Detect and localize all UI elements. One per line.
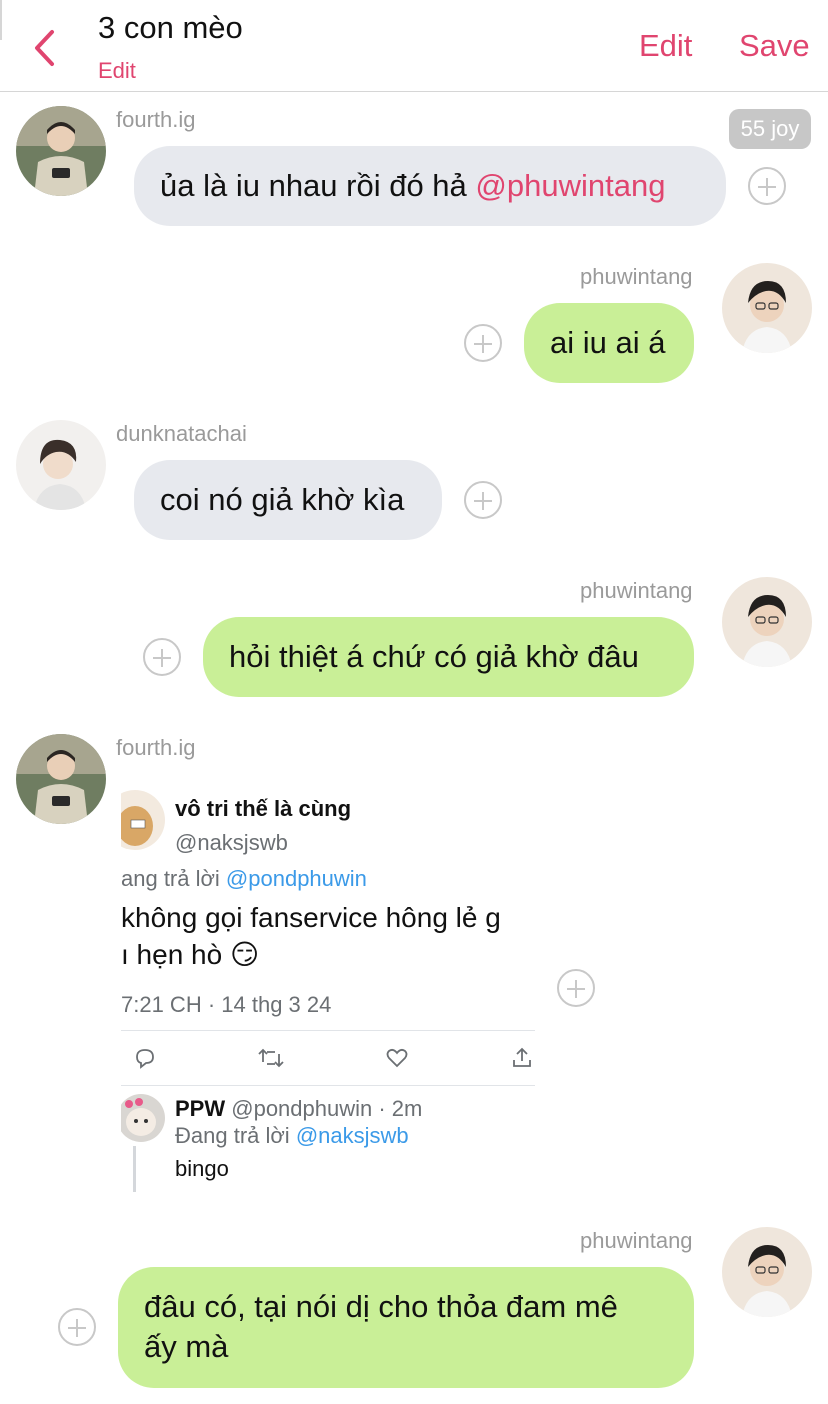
message-bubble[interactable]: đâu có, tại nói dị cho thỏa đam mê ấy mà: [118, 1267, 694, 1388]
avatar-fourth[interactable]: [16, 734, 106, 824]
add-reaction-button[interactable]: [464, 481, 502, 519]
message-text: ủa là iu nhau rồi đó hả: [160, 168, 476, 203]
joy-count-badge: 55 joy: [729, 109, 811, 149]
add-reaction-button[interactable]: [748, 167, 786, 205]
username-label: fourth.ig: [116, 735, 196, 760]
message-bubble[interactable]: ai iu ai á: [524, 303, 694, 383]
message-bubble[interactable]: ủa là iu nhau rồi đó hả @phuwintang: [134, 146, 726, 226]
username-label: phuwintang: [580, 1228, 693, 1253]
header-divider: [0, 0, 2, 40]
add-reaction-button[interactable]: [143, 638, 181, 676]
reply-avatar: [121, 1094, 165, 1142]
tweet-screenshot[interactable]: vô tri thế là cùng @naksjswb ang trả lời…: [121, 780, 541, 1195]
message-text: coi nó giả khờ kìa: [160, 482, 405, 517]
like-heart-icon[interactable]: [385, 1046, 409, 1070]
reply-handle-time: @pondphuwin · 2m: [231, 1096, 423, 1121]
save-button[interactable]: Save: [739, 28, 810, 64]
username-label: fourth.ig: [116, 107, 196, 132]
message-text-line: ấy mà: [144, 1329, 229, 1364]
tweet-timestamp: 7:21 CH · 14 thg 3 24: [121, 992, 332, 1017]
add-reaction-button[interactable]: [464, 324, 502, 362]
username-label: dunknatachai: [116, 421, 247, 446]
message-text: ai iu ai á: [550, 325, 666, 360]
message-text-line: đâu có, tại nói dị cho thỏa đam mê: [144, 1289, 618, 1324]
mention-link[interactable]: @phuwintang: [475, 168, 665, 203]
message-bubble[interactable]: coi nó giả khờ kìa: [134, 460, 442, 540]
tweet-divider: [121, 1085, 535, 1086]
tweet-divider: [121, 1030, 535, 1031]
retweet-icon[interactable]: [258, 1046, 284, 1070]
message-text: hỏi thiệt á chứ có giả khờ đâu: [229, 639, 639, 674]
title-edit-link[interactable]: Edit: [98, 58, 136, 84]
back-chevron-icon[interactable]: [28, 28, 64, 68]
add-reaction-button[interactable]: [58, 1308, 96, 1346]
reply-author-name: PPW: [175, 1096, 226, 1121]
reply-context-prefix: Đang trả lời: [175, 1123, 296, 1148]
reply-icon[interactable]: [133, 1046, 157, 1070]
avatar-phuwintang[interactable]: [722, 577, 812, 667]
reply-header: PPW @pondphuwin · 2m: [175, 1096, 422, 1122]
tweet-reply-context: ang trả lời @pondphuwin: [121, 866, 367, 892]
reply-to-link[interactable]: @naksjswb: [296, 1123, 409, 1148]
tweet-author-handle: @naksjswb: [175, 830, 288, 855]
share-icon[interactable]: [510, 1046, 534, 1070]
reply-context: Đang trả lời @naksjswb: [175, 1123, 409, 1149]
username-label: phuwintang: [580, 264, 693, 289]
reply-body: bingo: [175, 1156, 229, 1181]
message-bubble[interactable]: hỏi thiệt á chứ có giả khờ đâu: [203, 617, 694, 697]
avatar-fourth[interactable]: [16, 106, 106, 196]
chat-title: 3 con mèo: [98, 10, 243, 45]
tweet-avatar: [121, 790, 165, 850]
header-bar: 3 con mèo Edit Edit Save: [0, 0, 828, 92]
add-reaction-button[interactable]: [557, 969, 595, 1007]
tweet-reply-prefix: ang trả lời: [121, 866, 226, 891]
avatar-dunk[interactable]: [16, 420, 106, 510]
tweet-body-line: ı hẹn hò 😏: [121, 939, 260, 970]
tweet-reply-to-link[interactable]: @pondphuwin: [226, 866, 367, 891]
tweet-body-line: không gọi fanservice hông lẻ g: [121, 902, 501, 933]
avatar-phuwintang[interactable]: [722, 263, 812, 353]
avatar-phuwintang[interactable]: [722, 1227, 812, 1317]
username-label: phuwintang: [580, 578, 693, 603]
thread-line: [133, 1146, 136, 1192]
edit-button[interactable]: Edit: [639, 28, 692, 64]
tweet-author-name: vô tri thế là cùng: [175, 796, 352, 821]
